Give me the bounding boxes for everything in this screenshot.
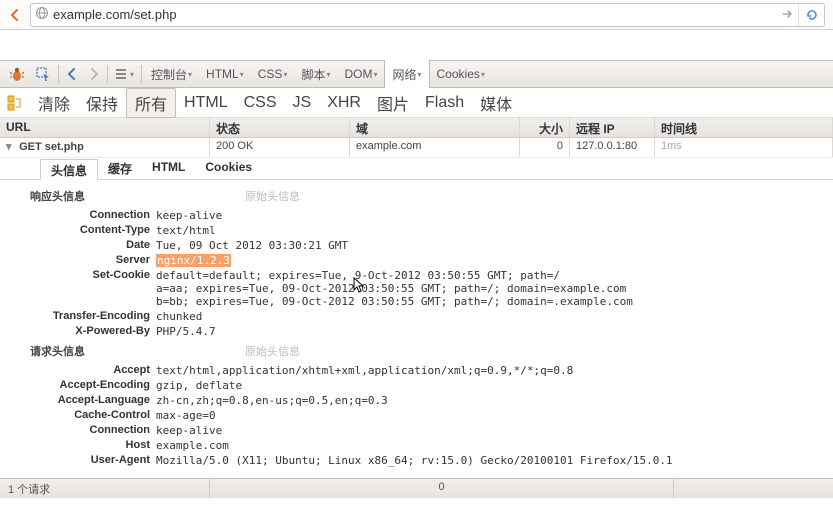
- col-header-size[interactable]: 大小: [520, 118, 570, 137]
- header-value: Tue, 09 Oct 2012 03:30:21 GMT: [156, 239, 833, 252]
- status-size: 0: [210, 479, 673, 498]
- col-header-timeline[interactable]: 时间线: [655, 118, 833, 137]
- reload-button[interactable]: [798, 4, 824, 26]
- header-value: text/html,application/xhtml+xml,applicat…: [156, 364, 833, 377]
- subtab-css[interactable]: CSS: [236, 88, 285, 118]
- tab-net[interactable]: 网络▾: [384, 60, 429, 88]
- header-name: Connection: [0, 209, 156, 222]
- tab-dom[interactable]: DOM▾: [337, 60, 384, 88]
- raw-headers-link[interactable]: 原始头信息: [245, 346, 300, 358]
- firebug-icon[interactable]: [4, 63, 30, 85]
- request-status: 200 OK: [210, 138, 350, 157]
- history-back-button[interactable]: [61, 63, 83, 85]
- subtab-clear[interactable]: 清除: [30, 88, 78, 118]
- firebug-toolbar: ▾ 控制台▾ HTML▾ CSS▾ 脚本▾ DOM▾ 网络▾ Cookies▾: [0, 60, 833, 88]
- tab-cookies[interactable]: Cookies▾: [430, 60, 492, 88]
- header-name: X-Powered-By: [0, 325, 156, 338]
- tab-console[interactable]: 控制台▾: [144, 60, 199, 88]
- request-headers-title: 请求头信息原始头信息: [0, 339, 833, 363]
- tab-html[interactable]: HTML▾: [199, 60, 251, 88]
- header-name: Accept-Language: [0, 394, 156, 407]
- header-value: zh-cn,zh;q=0.8,en-us;q=0.5,en;q=0.3: [156, 394, 833, 407]
- header-name: User-Agent: [0, 454, 156, 467]
- detail-tabs: 头信息 缓存 HTML Cookies: [0, 158, 833, 180]
- col-header-domain[interactable]: 域: [350, 118, 520, 137]
- subtab-html[interactable]: HTML: [176, 88, 236, 118]
- header-name: Accept-Encoding: [0, 379, 156, 392]
- raw-headers-link[interactable]: 原始头信息: [245, 191, 300, 203]
- header-value: nginx/1.2.3: [156, 254, 833, 267]
- header-name: Cache-Control: [0, 409, 156, 422]
- header-name: Host: [0, 439, 156, 452]
- detail-tab-cache[interactable]: 缓存: [98, 158, 142, 179]
- url-bar[interactable]: [30, 3, 825, 27]
- header-value: gzip, deflate: [156, 379, 833, 392]
- request-domain: example.com: [350, 138, 520, 157]
- back-button[interactable]: [4, 4, 26, 26]
- col-header-status[interactable]: 状态: [210, 118, 350, 137]
- url-input[interactable]: [53, 7, 776, 22]
- header-value: example.com: [156, 439, 833, 452]
- header-value: text/html: [156, 224, 833, 237]
- header-name: Content-Type: [0, 224, 156, 237]
- tab-script[interactable]: 脚本▾: [294, 60, 337, 88]
- col-header-url[interactable]: URL: [0, 118, 210, 137]
- header-value: keep-alive: [156, 424, 833, 437]
- tab-css[interactable]: CSS▾: [251, 60, 295, 88]
- net-subtoolbar: 清除 保持 所有 HTML CSS JS XHR 图片 Flash 媒体: [0, 88, 833, 118]
- subtab-xhr[interactable]: XHR: [319, 88, 369, 118]
- header-value: Mozilla/5.0 (X11; Ubuntu; Linux x86_64; …: [156, 454, 833, 467]
- browser-toolbar: [0, 0, 833, 30]
- break-icon[interactable]: [6, 95, 22, 111]
- detail-tab-html[interactable]: HTML: [142, 158, 195, 179]
- subtab-flash[interactable]: Flash: [417, 88, 472, 118]
- header-name: Transfer-Encoding: [0, 310, 156, 323]
- header-name: Date: [0, 239, 156, 252]
- detail-tab-headers[interactable]: 头信息: [40, 159, 98, 180]
- header-value: max-age=0: [156, 409, 833, 422]
- request-ip: 127.0.0.1:80: [570, 138, 655, 157]
- request-file: set.php: [45, 141, 84, 153]
- history-forward-button: [83, 63, 105, 85]
- globe-icon: [31, 6, 53, 23]
- net-table-header: URL 状态 域 大小 远程 IP 时间线: [0, 118, 833, 138]
- header-name: Server: [0, 254, 156, 267]
- inspect-icon[interactable]: [30, 63, 56, 85]
- status-right: [673, 479, 833, 498]
- header-value: keep-alive: [156, 209, 833, 222]
- request-time: 1ms: [655, 138, 833, 157]
- status-requests: 1 个请求: [0, 479, 210, 498]
- subtab-all[interactable]: 所有: [126, 88, 176, 118]
- header-value: default=default; expires=Tue, 9-Oct-2012…: [156, 269, 833, 308]
- subtab-images[interactable]: 图片: [369, 88, 417, 118]
- subtab-persist[interactable]: 保持: [78, 88, 126, 118]
- request-method: GET: [19, 141, 42, 153]
- header-value: PHP/5.4.7: [156, 325, 833, 338]
- header-name: Set-Cookie: [0, 269, 156, 308]
- header-name: Accept: [0, 364, 156, 377]
- net-request-row[interactable]: ▾ GET set.php 200 OK example.com 0 127.0…: [0, 138, 833, 158]
- response-headers-title: 响应头信息原始头信息: [0, 184, 833, 208]
- request-size: 0: [520, 138, 570, 157]
- panel-menu-icon[interactable]: ▾: [110, 63, 139, 85]
- col-header-ip[interactable]: 远程 IP: [570, 118, 655, 137]
- toggle-icon[interactable]: ▾: [6, 140, 16, 153]
- go-icon[interactable]: [776, 7, 798, 23]
- header-name: Connection: [0, 424, 156, 437]
- detail-tab-cookies[interactable]: Cookies: [195, 158, 262, 179]
- status-bar: 1 个请求 0: [0, 478, 833, 498]
- header-value: chunked: [156, 310, 833, 323]
- subtab-media[interactable]: 媒体: [472, 88, 520, 118]
- headers-panel: 响应头信息原始头信息 Connectionkeep-alive Content-…: [0, 180, 833, 478]
- subtab-js[interactable]: JS: [285, 88, 320, 118]
